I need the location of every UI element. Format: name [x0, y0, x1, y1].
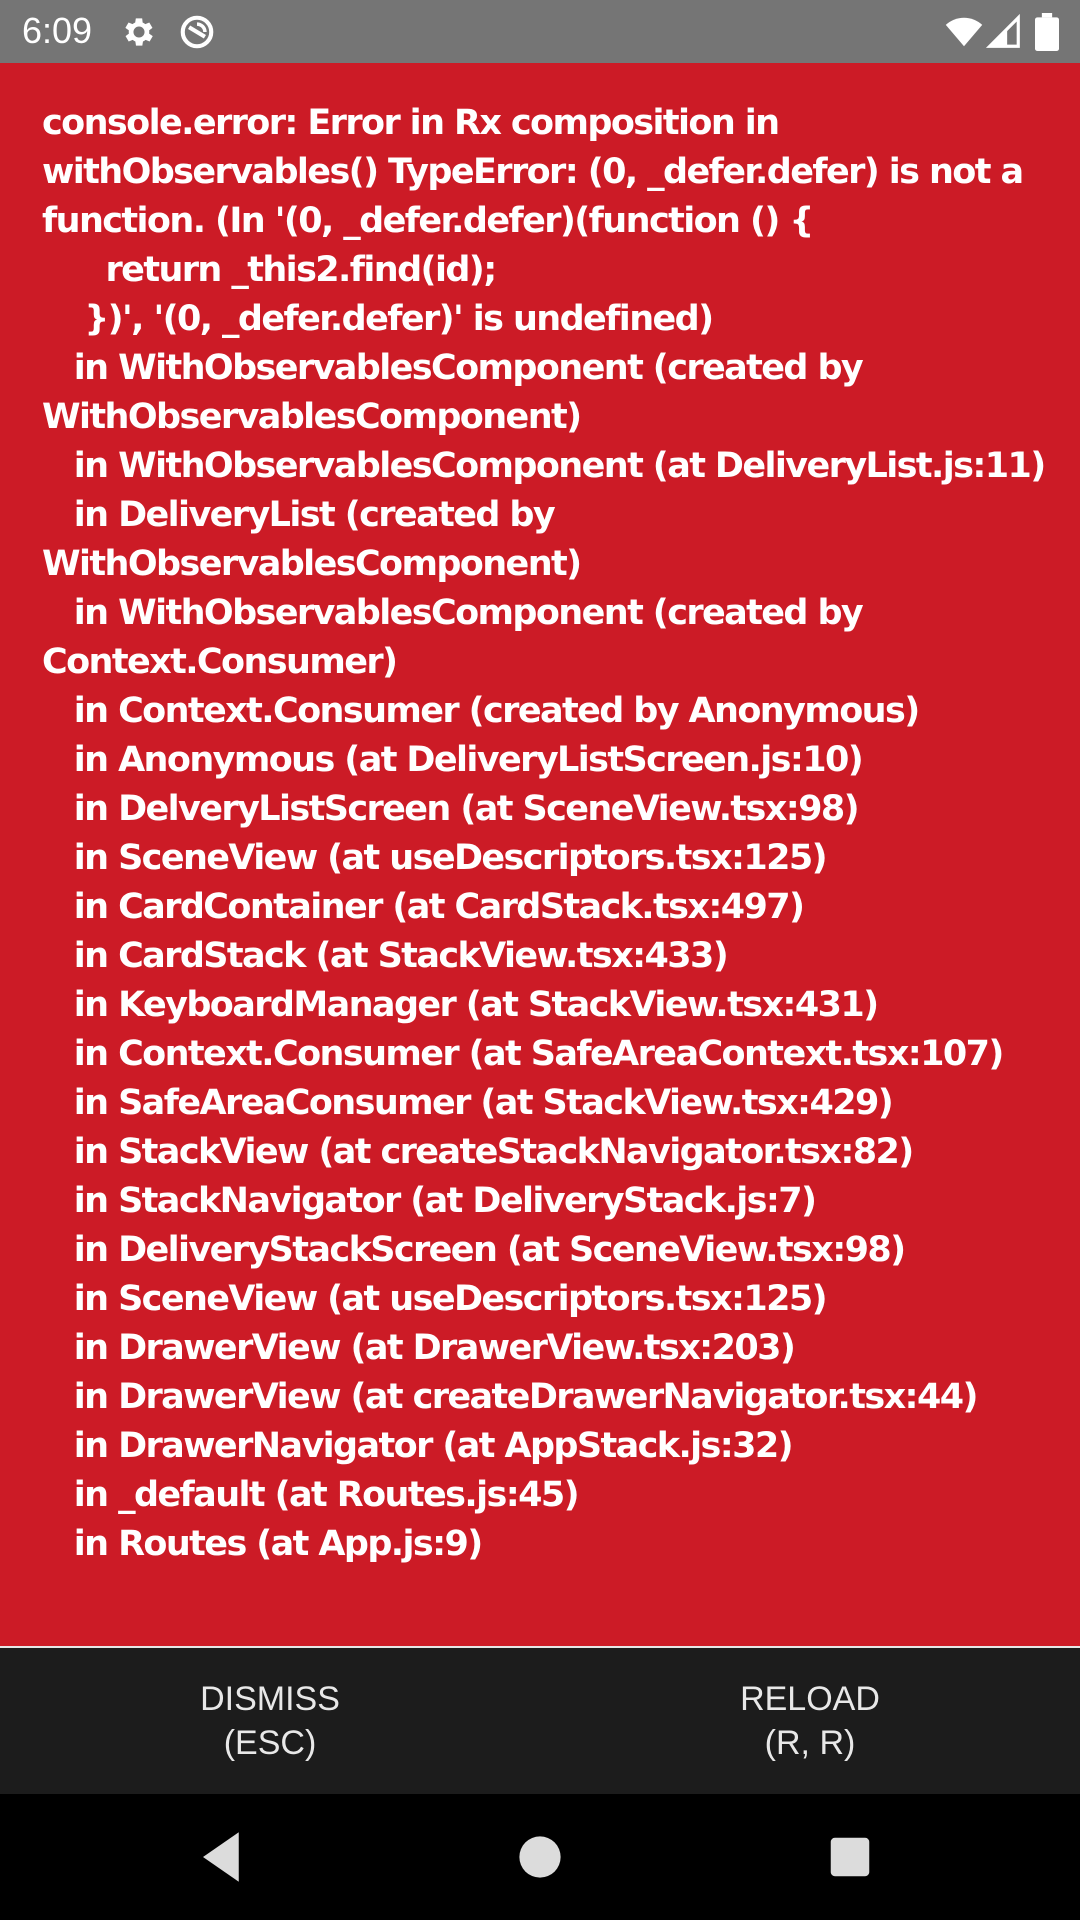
dismiss-button[interactable]: DISMISS (ESC): [0, 1648, 540, 1794]
navigation-bar: [0, 1794, 1080, 1920]
home-icon[interactable]: [507, 1824, 573, 1890]
action-button-bar: DISMISS (ESC) RELOAD (R, R): [0, 1648, 1080, 1794]
redbox-error-screen: 6:09 console.error: Error in Rx composit…: [0, 0, 1080, 1920]
gear-icon: [120, 13, 158, 51]
reload-button[interactable]: RELOAD (R, R): [540, 1648, 1080, 1794]
error-message-text: console.error: Error in Rx composition i…: [42, 103, 1046, 1564]
reload-button-label: RELOAD: [740, 1680, 880, 1718]
battery-icon: [1035, 13, 1059, 51]
wifi-icon: [945, 13, 983, 51]
back-icon[interactable]: [192, 1824, 258, 1890]
status-time: 6:09: [22, 10, 93, 51]
cell-signal-icon: [985, 13, 1023, 51]
error-message-panel[interactable]: console.error: Error in Rx composition i…: [0, 63, 1080, 1647]
dismiss-button-label: DISMISS: [200, 1680, 340, 1718]
do-not-disturb-icon: [178, 13, 216, 51]
reload-button-shortcut: (R, R): [764, 1724, 856, 1762]
status-bar: 6:09: [0, 0, 1080, 63]
dismiss-button-shortcut: (ESC): [223, 1724, 317, 1762]
recents-icon[interactable]: [817, 1824, 883, 1890]
